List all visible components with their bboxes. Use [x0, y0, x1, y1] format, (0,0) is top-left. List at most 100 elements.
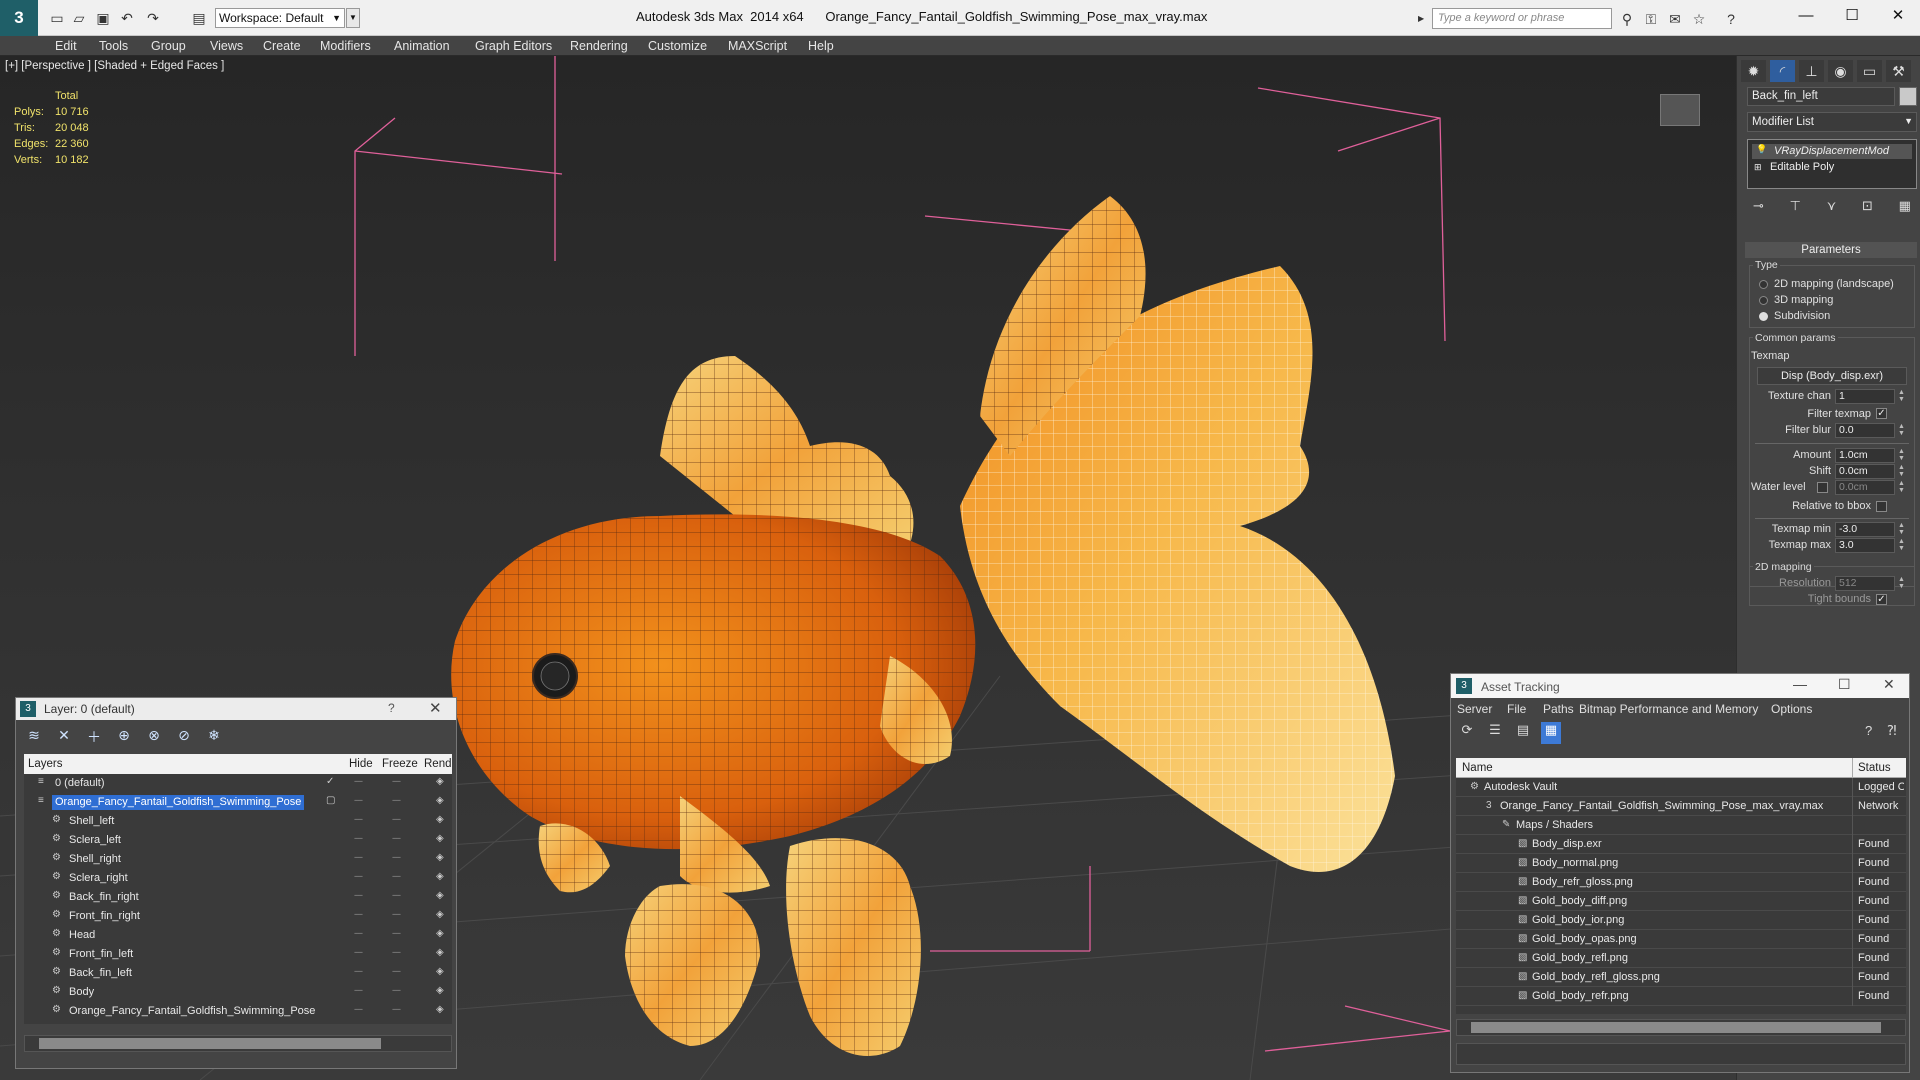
menu-create[interactable]: Create	[263, 39, 301, 53]
asset-row[interactable]: ✎ Maps / Shaders	[1456, 816, 1906, 835]
object-row[interactable]: ⚙ Sclera_left ---- ---- ◈	[24, 831, 452, 850]
highlight-selected-icon[interactable]: ⊗	[144, 727, 164, 747]
detail-view-icon[interactable]: ▤	[1513, 722, 1533, 744]
menu-help[interactable]: Help	[808, 39, 834, 53]
render-teapot-icon[interactable]: ◈	[436, 909, 444, 920]
asset-row[interactable]: ▧ Gold_body_diff.png Found	[1456, 892, 1906, 911]
layer-row-name[interactable]: Front_fin_left	[66, 947, 136, 962]
hide-toggle[interactable]: ----	[354, 852, 363, 862]
hierarchy-tab-icon[interactable]: ⊥	[1799, 60, 1824, 82]
workspace-dropdown[interactable]: Workspace: Default ▼	[215, 8, 345, 28]
freeze-toggle[interactable]: ----	[392, 852, 401, 862]
render-teapot-icon[interactable]: ◈	[436, 795, 444, 806]
layer-row-name[interactable]: Back_fin_left	[66, 966, 135, 981]
minimize-button[interactable]: —	[1786, 4, 1826, 28]
asset-row[interactable]: ▧ Body_refr_gloss.png Found	[1456, 873, 1906, 892]
layer-row-name[interactable]: Orange_Fancy_Fantail_Goldfish_Swimming_P…	[66, 1004, 318, 1019]
spinner-arrows-icon[interactable]: ▲ ▼	[1897, 480, 1906, 495]
freeze-toggle[interactable]: ----	[392, 833, 401, 843]
modifier-list-dropdown[interactable]: Modifier List ▼	[1747, 112, 1917, 132]
asset-row[interactable]: 3 Orange_Fancy_Fantail_Goldfish_Swimming_…	[1456, 797, 1906, 816]
hide-toggle[interactable]: ----	[354, 871, 363, 881]
menu-animation[interactable]: Animation	[394, 39, 450, 53]
viewport-label[interactable]: [+] [Perspective ] [Shaded + Edged Faces…	[5, 60, 224, 72]
spinner-arrows-icon[interactable]: ▲ ▼	[1897, 464, 1906, 479]
layer-window-titlebar[interactable]: 3 Layer: 0 (default) ? ✕	[16, 698, 456, 720]
scrollbar-thumb[interactable]	[1471, 1022, 1881, 1033]
asset-path-field[interactable]	[1456, 1043, 1906, 1065]
col-status[interactable]: Status	[1858, 762, 1891, 774]
hide-toggle[interactable]: ----	[354, 928, 363, 938]
shift-input[interactable]: 0.0cm	[1835, 464, 1895, 479]
radio-3d-mapping[interactable]: 3D mapping	[1759, 294, 1833, 306]
freeze-toggle[interactable]: ----	[392, 909, 401, 919]
delete-layer-icon[interactable]: ✕	[54, 727, 74, 747]
help-icon[interactable]: ?	[1865, 723, 1872, 738]
object-name-field[interactable]: Back_fin_left	[1747, 87, 1895, 106]
texmap-button[interactable]: Disp (Body_disp.exr)	[1757, 367, 1907, 385]
spinner-arrows-icon[interactable]: ▲ ▼	[1897, 576, 1906, 591]
spinner-arrows-icon[interactable]: ▲ ▼	[1897, 522, 1906, 537]
list-view-icon[interactable]: ☰	[1485, 722, 1505, 744]
render-teapot-icon[interactable]: ◈	[436, 852, 444, 863]
asset-row[interactable]: ⚙ Autodesk Vault Logged Out	[1456, 778, 1906, 797]
favorites-star-icon[interactable]: ☆	[1690, 10, 1708, 28]
freeze-toggle[interactable]: ----	[392, 890, 401, 900]
freeze-toggle[interactable]: ----	[392, 966, 401, 976]
configure-modifier-sets-icon[interactable]: ▦	[1899, 198, 1911, 218]
texmap-max-input[interactable]: 3.0	[1835, 538, 1895, 553]
col-hide[interactable]: Hide	[349, 758, 373, 770]
layer-row-name[interactable]: 0 (default)	[52, 776, 108, 791]
menu-graph-editors[interactable]: Graph Editors	[475, 39, 552, 53]
hide-toggle[interactable]: ----	[354, 833, 363, 843]
layer-row[interactable]: ≡ Orange_Fancy_Fantail_Goldfish_Swimming_…	[24, 793, 452, 812]
hide-toggle[interactable]: ----	[354, 1004, 363, 1014]
hide-toggle[interactable]: ----	[354, 947, 363, 957]
freeze-all-layers-icon[interactable]: ❄	[204, 727, 224, 747]
render-teapot-icon[interactable]: ◈	[436, 871, 444, 882]
render-teapot-icon[interactable]: ◈	[436, 928, 444, 939]
hide-all-layers-icon[interactable]: ⊘	[174, 727, 194, 747]
hide-toggle[interactable]: ----	[354, 776, 363, 786]
layer-row-name[interactable]: Shell_right	[66, 852, 124, 867]
create-tab-icon[interactable]: ✹	[1741, 60, 1766, 82]
asset-row[interactable]: ▧ Gold_body_opas.png Found	[1456, 930, 1906, 949]
binoculars-icon[interactable]: ⚲	[1618, 10, 1636, 28]
close-button[interactable]: ✕	[1878, 4, 1918, 28]
freeze-toggle[interactable]: ----	[392, 928, 401, 938]
col-name[interactable]: Name	[1462, 762, 1493, 774]
object-row[interactable]: ⚙ Back_fin_right ---- ---- ◈	[24, 888, 452, 907]
freeze-toggle[interactable]: ----	[392, 985, 401, 995]
remove-modifier-icon[interactable]: ⊡	[1862, 198, 1873, 218]
menu-edit[interactable]: Edit	[55, 39, 77, 53]
scrollbar-thumb[interactable]	[39, 1038, 381, 1049]
asset-row[interactable]: ▧ Gold_body_refr.png Found	[1456, 987, 1906, 1006]
menu-customize[interactable]: Customize	[648, 39, 707, 53]
help-icon[interactable]: ?	[1722, 10, 1740, 28]
search-input[interactable]: Type a keyword or phrase	[1432, 8, 1612, 29]
maximize-button[interactable]: ☐	[1832, 4, 1872, 28]
make-unique-icon[interactable]: ⋎	[1827, 198, 1837, 218]
communication-icon[interactable]: ✉	[1666, 10, 1684, 28]
asset-row[interactable]: ▧ Gold_body_refl_gloss.png Found	[1456, 968, 1906, 987]
motion-tab-icon[interactable]: ◉	[1828, 60, 1853, 82]
freeze-toggle[interactable]: ----	[392, 776, 401, 786]
hide-toggle[interactable]: ----	[354, 985, 363, 995]
layer-row-name[interactable]: Orange_Fancy_Fantail_Goldfish_Swimming_P…	[52, 795, 305, 810]
current-layer-check-icon[interactable]: ✓	[326, 776, 334, 787]
menu-tools[interactable]: Tools	[99, 39, 128, 53]
freeze-toggle[interactable]: ----	[392, 871, 401, 881]
search-expand-icon[interactable]: ▶	[1418, 8, 1428, 29]
asset-tracking-titlebar[interactable]: 3 Asset Tracking — ☐ ✕	[1451, 674, 1909, 698]
menu-server[interactable]: Server	[1457, 702, 1492, 716]
project-folder-icon[interactable]: ▤	[190, 9, 208, 27]
object-row[interactable]: ⚙ Shell_left ---- ---- ◈	[24, 812, 452, 831]
object-row[interactable]: ⚙ Sclera_right ---- ---- ◈	[24, 869, 452, 888]
menu-group[interactable]: Group	[151, 39, 186, 53]
menu-maxscript[interactable]: MAXScript	[728, 39, 787, 53]
menu-bitmap-performance[interactable]: Bitmap Performance and Memory	[1579, 702, 1758, 716]
object-row[interactable]: ⚙ Back_fin_left ---- ---- ◈	[24, 964, 452, 983]
spinner-arrows-icon[interactable]: ▲ ▼	[1897, 423, 1906, 438]
layer-row-name[interactable]: Body	[66, 985, 97, 1000]
spinner-arrows-icon[interactable]: ▲ ▼	[1897, 389, 1906, 404]
